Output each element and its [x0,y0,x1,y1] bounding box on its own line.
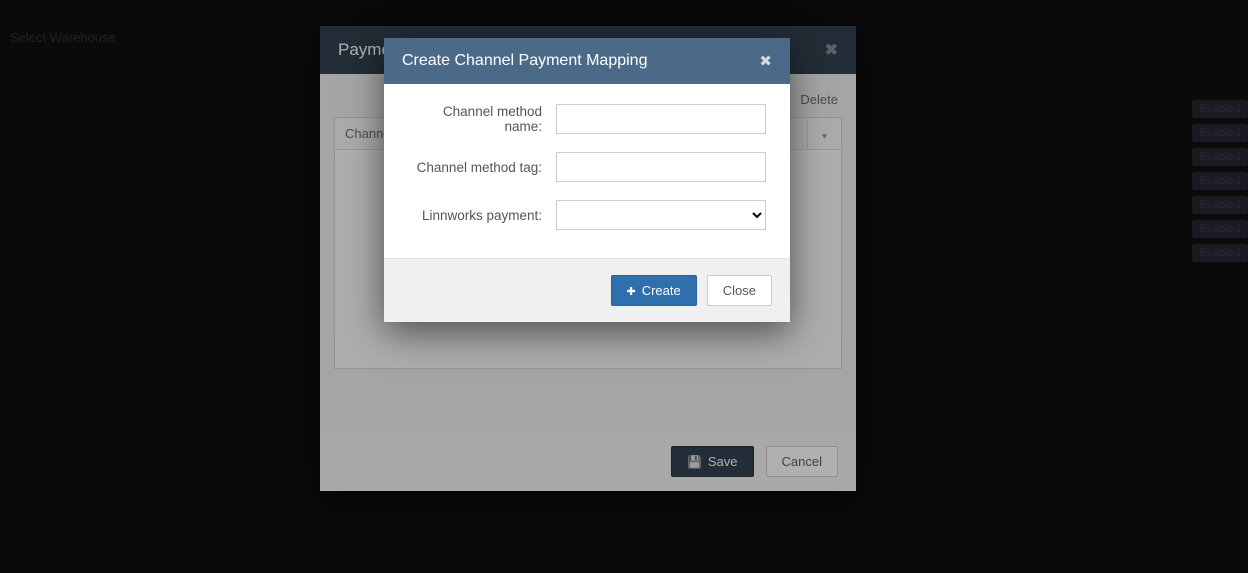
close-label: Close [723,283,756,298]
status-badge: Enabled [1192,100,1248,118]
status-badge: Enabled [1192,172,1248,190]
create-mapping-body: Channel method name: Channel method tag:… [384,84,790,258]
method-name-input[interactable] [556,104,766,134]
linnworks-label: Linnworks payment: [408,208,556,223]
filter-icon [820,126,829,142]
status-badge: Enabled [1192,196,1248,214]
sidebar-label: Select Warehouse [10,30,116,45]
status-badge: Enabled [1192,124,1248,142]
save-icon [687,454,702,469]
method-tag-input[interactable] [556,152,766,182]
create-mapping-modal: Create Channel Payment Mapping Channel m… [384,38,790,322]
close-button[interactable]: Close [707,275,772,306]
form-row-linnworks: Linnworks payment: [408,200,766,230]
close-icon[interactable] [759,52,772,70]
form-row-method-name: Channel method name: [408,104,766,134]
delete-button[interactable]: Delete [800,92,838,107]
payment-methods-footer: Save Cancel [320,432,856,491]
cancel-label: Cancel [782,454,822,469]
status-badge: Enabled [1192,244,1248,262]
background-badges: Enabled Enabled Enabled Enabled Enabled … [1192,100,1248,262]
form-row-method-tag: Channel method tag: [408,152,766,182]
filter-button[interactable] [807,118,841,149]
method-name-label: Channel method name: [408,104,556,134]
status-badge: Enabled [1192,148,1248,166]
plus-icon [627,283,636,298]
status-badge: Enabled [1192,220,1248,238]
create-mapping-footer: Create Close [384,258,790,322]
create-mapping-title: Create Channel Payment Mapping [402,52,647,70]
save-label: Save [708,454,738,469]
close-icon[interactable] [825,40,838,60]
create-label: Create [642,283,681,298]
create-mapping-header: Create Channel Payment Mapping [384,38,790,84]
method-tag-label: Channel method tag: [408,160,556,175]
create-button[interactable]: Create [611,275,697,306]
linnworks-select[interactable] [556,200,766,230]
save-button[interactable]: Save [671,446,754,477]
cancel-button[interactable]: Cancel [766,446,838,477]
